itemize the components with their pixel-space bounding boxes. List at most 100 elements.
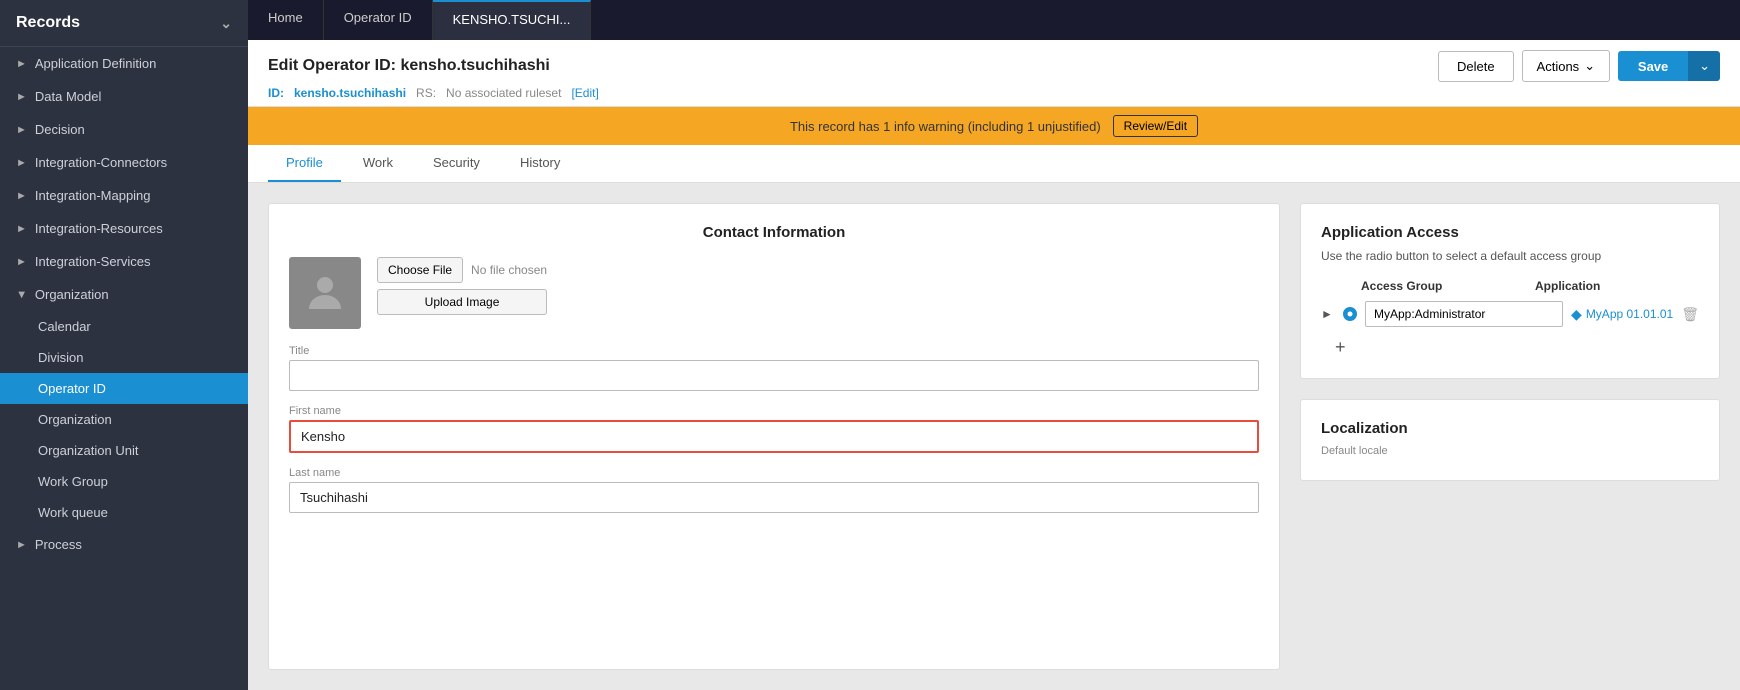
save-group: Save ⌄ <box>1618 51 1720 81</box>
radio-button[interactable] <box>1343 307 1357 321</box>
header-actions: Delete Actions ⌄ Save ⌄ <box>1438 50 1720 82</box>
page-header: Edit Operator ID: kensho.tsuchihashi Del… <box>248 40 1740 107</box>
delete-button[interactable]: Delete <box>1438 51 1514 82</box>
sidebar-subitem-operator-id[interactable]: Operator ID <box>0 373 248 404</box>
app-link-icon: ◆ <box>1571 306 1582 323</box>
sidebar-subitem-work-queue[interactable]: Work queue <box>0 497 248 528</box>
app-link-label: MyApp 01.01.01 <box>1586 307 1673 321</box>
first-name-input[interactable] <box>289 420 1259 453</box>
sidebar-item-label: Data Model <box>35 89 101 104</box>
upload-image-button[interactable]: Upload Image <box>377 289 547 315</box>
warning-message: This record has 1 info warning (includin… <box>790 119 1101 134</box>
tab-bar: Home Operator ID KENSHO.TSUCHI... <box>248 0 1740 40</box>
right-panel: Application Access Use the radio button … <box>1300 203 1720 670</box>
sidebar-item-integration-resources[interactable]: ► Integration-Resources <box>0 212 248 245</box>
sidebar-subitem-label: Division <box>38 350 84 365</box>
title-input[interactable] <box>289 360 1259 391</box>
first-name-label: First name <box>289 405 1259 417</box>
arrow-icon: ► <box>16 190 27 202</box>
sidebar-subitem-work-group[interactable]: Work Group <box>0 466 248 497</box>
sidebar: Records ⌄ ► Application Definition ► Dat… <box>0 0 248 690</box>
sidebar-item-data-model[interactable]: ► Data Model <box>0 80 248 113</box>
sidebar-item-label: Integration-Mapping <box>35 188 151 203</box>
arrow-icon: ► <box>16 539 27 551</box>
tab-home[interactable]: Home <box>248 0 324 40</box>
arrow-icon: ► <box>15 289 27 300</box>
last-name-input[interactable] <box>289 482 1259 513</box>
default-locale-label: Default locale <box>1321 445 1699 457</box>
last-name-field-group: Last name <box>289 467 1259 513</box>
meta-id-label: ID: <box>268 86 284 100</box>
add-access-row: + <box>1321 337 1699 358</box>
sidebar-item-label: Integration-Connectors <box>35 155 167 170</box>
access-card-desc: Use the radio button to select a default… <box>1321 249 1699 263</box>
sidebar-subitem-label: Organization <box>38 412 112 427</box>
sidebar-subitem-label: Work queue <box>38 505 108 520</box>
first-name-field-group: First name <box>289 405 1259 453</box>
expand-icon[interactable]: ► <box>1321 307 1335 321</box>
last-name-label: Last name <box>289 467 1259 479</box>
tab-operator-id[interactable]: Operator ID <box>324 0 433 40</box>
main-content: Home Operator ID KENSHO.TSUCHI... Edit O… <box>248 0 1740 690</box>
access-card-title: Application Access <box>1321 224 1699 241</box>
sidebar-header[interactable]: Records ⌄ <box>0 0 248 47</box>
sidebar-item-label: Decision <box>35 122 85 137</box>
sidebar-item-application-definition[interactable]: ► Application Definition <box>0 47 248 80</box>
sidebar-item-label: Organization <box>35 287 109 302</box>
file-controls: Choose File No file chosen Upload Image <box>377 257 547 315</box>
localization-card: Localization Default locale <box>1300 399 1720 481</box>
access-group-input[interactable] <box>1365 301 1563 327</box>
application-access-card: Application Access Use the radio button … <box>1300 203 1720 379</box>
sidebar-item-decision[interactable]: ► Decision <box>0 113 248 146</box>
sidebar-subitem-label: Operator ID <box>38 381 106 396</box>
sidebar-item-process[interactable]: ► Process <box>0 528 248 561</box>
content-area: Contact Information Choose File No file … <box>248 183 1740 690</box>
sidebar-item-integration-services[interactable]: ► Integration-Services <box>0 245 248 278</box>
header-top: Edit Operator ID: kensho.tsuchihashi Del… <box>268 50 1720 82</box>
contact-panel-title: Contact Information <box>289 224 1259 241</box>
warning-banner: This record has 1 info warning (includin… <box>248 107 1740 145</box>
col-app-header: Application <box>1535 279 1699 293</box>
save-button[interactable]: Save <box>1618 51 1688 81</box>
sidebar-item-integration-connectors[interactable]: ► Integration-Connectors <box>0 146 248 179</box>
sidebar-subitem-label: Organization Unit <box>38 443 138 458</box>
sub-tabs: Profile Work Security History <box>248 145 1740 183</box>
arrow-icon: ► <box>16 58 27 70</box>
sidebar-subitem-organization-unit[interactable]: Organization Unit <box>0 435 248 466</box>
sidebar-subitem-label: Calendar <box>38 319 91 334</box>
sidebar-subitem-organization[interactable]: Organization <box>0 404 248 435</box>
sidebar-subitem-division[interactable]: Division <box>0 342 248 373</box>
meta-edit-link[interactable]: [Edit] <box>571 86 598 100</box>
sidebar-item-organization[interactable]: ► Organization <box>0 278 248 311</box>
app-link[interactable]: ◆ MyApp 01.01.01 <box>1571 306 1673 323</box>
sidebar-item-label: Integration-Resources <box>35 221 163 236</box>
review-edit-button[interactable]: Review/Edit <box>1113 115 1198 137</box>
add-access-button[interactable]: + <box>1335 337 1346 358</box>
actions-button[interactable]: Actions ⌄ <box>1522 50 1611 82</box>
no-file-label: No file chosen <box>471 263 547 277</box>
avatar <box>289 257 361 329</box>
meta-id-value: kensho.tsuchihashi <box>294 86 406 100</box>
save-dropdown-button[interactable]: ⌄ <box>1688 51 1720 81</box>
sub-tab-profile[interactable]: Profile <box>268 145 341 182</box>
choose-file-button[interactable]: Choose File <box>377 257 463 283</box>
page-title: Edit Operator ID: kensho.tsuchihashi <box>268 57 550 75</box>
sub-tab-history[interactable]: History <box>502 145 578 182</box>
delete-row-icon[interactable]: 🗑 <box>1681 306 1699 323</box>
sub-tab-work[interactable]: Work <box>345 145 411 182</box>
tab-kensho[interactable]: KENSHO.TSUCHI... <box>433 0 592 40</box>
sidebar-item-integration-mapping[interactable]: ► Integration-Mapping <box>0 179 248 212</box>
arrow-icon: ► <box>16 157 27 169</box>
sidebar-subitem-label: Work Group <box>38 474 108 489</box>
arrow-icon: ► <box>16 124 27 136</box>
title-field-label: Title <box>289 345 1259 357</box>
sidebar-subitem-calendar[interactable]: Calendar <box>0 311 248 342</box>
contact-top: Choose File No file chosen Upload Image <box>289 257 1259 329</box>
sidebar-item-label: Application Definition <box>35 56 156 71</box>
sub-tab-security[interactable]: Security <box>415 145 498 182</box>
contact-information-panel: Contact Information Choose File No file … <box>268 203 1280 670</box>
meta-rs-label: RS: <box>416 86 436 100</box>
col-group-header: Access Group <box>1361 279 1525 293</box>
sidebar-collapse-icon[interactable]: ⌄ <box>220 15 232 32</box>
page-meta: ID: kensho.tsuchihashi RS: No associated… <box>268 86 1720 100</box>
